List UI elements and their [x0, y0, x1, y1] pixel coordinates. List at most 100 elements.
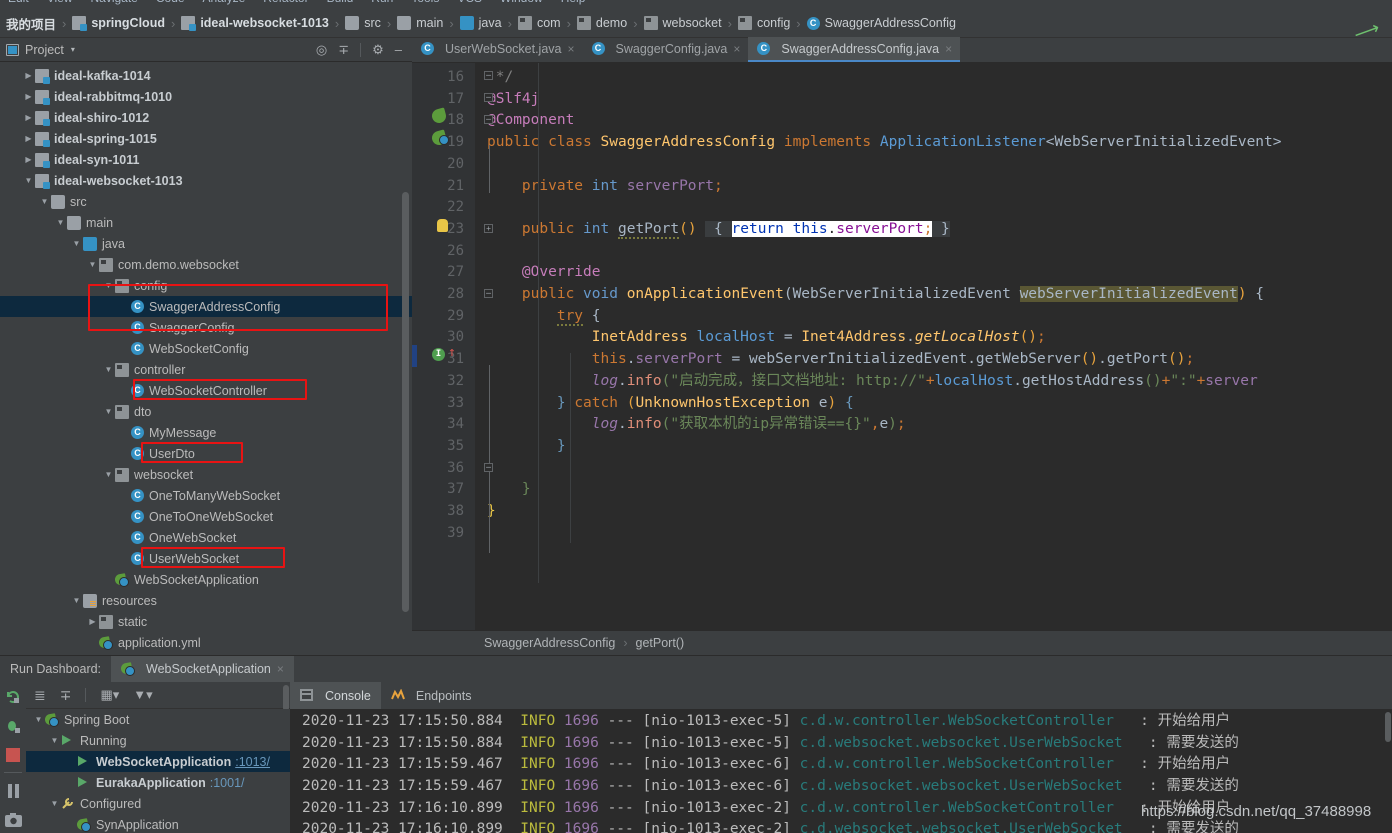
fold-handle-icon[interactable]: ─	[484, 115, 493, 124]
run-node-port-link[interactable]: :1001/	[210, 776, 245, 790]
tree-node-websocketconfig[interactable]: C WebSocketConfig	[0, 338, 412, 359]
code-line[interactable]: private int serverPort;	[487, 176, 723, 198]
run-node-configured[interactable]: ▼ Configured	[26, 793, 290, 814]
editor-breadcrumb[interactable]: SwaggerAddressConfig › getPort()	[412, 630, 1392, 655]
console-tab-bar[interactable]: Console Endpoints	[290, 682, 1392, 709]
debug-icon[interactable]	[0, 711, 26, 740]
menu-item-tools[interactable]: Tools	[411, 0, 439, 4]
menu-item-run[interactable]: Run	[371, 0, 393, 4]
tree-node-onetoonewebsocket[interactable]: C OneToOneWebSocket	[0, 506, 412, 527]
tree-node-websocket[interactable]: ▼ websocket	[0, 464, 412, 485]
breadcrumb-item-springcloud[interactable]: springCloud	[72, 16, 165, 31]
tree-node-onewebsocket[interactable]: C OneWebSocket	[0, 527, 412, 548]
project-tree[interactable]: ▶ ideal-kafka-1014 ▶ ideal-rabbitmq-1010 ▶ id…	[0, 62, 412, 655]
run-node-eurakaapplication[interactable]: EurakaApplication:1001/	[26, 772, 290, 793]
implementing-method-icon[interactable]: I	[432, 348, 445, 361]
run-dashboard-tree[interactable]: ▼ Spring Boot ▼ Running WebSocketApplication…	[26, 709, 290, 833]
tree-node-src[interactable]: ▼ src	[0, 191, 412, 212]
tree-node-ideal-rabbitmq-1010[interactable]: ▶ ideal-rabbitmq-1010	[0, 86, 412, 107]
chevron-down-icon[interactable]: ▼	[102, 365, 115, 374]
run-node-port-link[interactable]: :1013/	[235, 755, 270, 769]
close-icon[interactable]: ×	[945, 42, 952, 56]
run-node-running[interactable]: ▼ Running	[26, 730, 290, 751]
editor-tab-bar[interactable]: C UserWebSocket.java × C SwaggerConfig.java ×…	[412, 37, 1392, 63]
tree-node-ideal-syn-1011[interactable]: ▶ ideal-syn-1011	[0, 149, 412, 170]
code-line[interactable]: @Override	[487, 262, 601, 284]
menu-item-view[interactable]: View	[47, 0, 73, 4]
settings-gear-icon[interactable]: ⚙	[372, 43, 384, 56]
screenshot-camera-icon[interactable]	[0, 805, 26, 833]
menu-item-analyze[interactable]: Analyze	[203, 0, 246, 4]
tree-node-userwebsocket[interactable]: C UserWebSocket	[0, 548, 412, 569]
tree-node-userdto[interactable]: C UserDto	[0, 443, 412, 464]
breadcrumb-item-websocket[interactable]: websocket	[643, 16, 722, 30]
chevron-down-icon[interactable]: ▼	[48, 799, 61, 808]
code-line[interactable]: @Slf4j	[487, 89, 539, 111]
tree-node-swaggeraddressconfig[interactable]: C SwaggerAddressConfig	[0, 296, 412, 317]
tree-node-websocketapplication[interactable]: WebSocketApplication	[0, 569, 412, 590]
tree-node-controller[interactable]: ▼ controller	[0, 359, 412, 380]
project-panel-tools[interactable]: ◎ ∓ ⚙ –	[316, 42, 406, 57]
intention-bulb-icon[interactable]	[437, 219, 448, 232]
breadcrumb-item-main[interactable]: main	[397, 16, 443, 30]
tree-node-ideal-shiro-1012[interactable]: ▶ ideal-shiro-1012	[0, 107, 412, 128]
run-dashboard-tab[interactable]: WebSocketApplication ×	[111, 655, 294, 683]
override-arrow-icon[interactable]: ↑	[448, 345, 456, 360]
tree-node-ideal-websocket-1013[interactable]: ▼ ideal-websocket-1013	[0, 170, 412, 191]
tree-node-ideal-spring-1015[interactable]: ▶ ideal-spring-1015	[0, 128, 412, 149]
menu-item-edit[interactable]: Edit	[8, 0, 29, 4]
tree-node-resources[interactable]: ▼ resources	[0, 590, 412, 611]
hide-panel-icon[interactable]: –	[395, 43, 402, 56]
code-line[interactable]: public int getPort() { return this.serve…	[487, 219, 950, 241]
code-line[interactable]: try {	[487, 306, 601, 328]
collapse-all-icon[interactable]: ∓	[60, 687, 72, 704]
chevron-down-icon[interactable]: ▼	[102, 470, 115, 479]
chevron-right-icon[interactable]: ▶	[22, 113, 35, 122]
editor-tab-swaggeraddressconfig-java[interactable]: C SwaggerAddressConfig.java ×	[748, 37, 961, 62]
fold-handle-icon[interactable]: ─	[484, 93, 493, 102]
menu-bar[interactable]: Edit View Navigate Code Analyze Refactor Build…	[0, 0, 1392, 9]
pause-icon[interactable]	[0, 776, 26, 805]
code-editor[interactable]: 16 17 18 19 20 21 22 23 26 27 28 29 30 31 32 33 34 35 36 37…	[412, 63, 1392, 630]
chevron-down-icon[interactable]: ▾	[71, 45, 75, 54]
run-dashboard-toolbar[interactable]: ≣ ∓ ▦▾ ▼▾	[26, 682, 290, 709]
chevron-down-icon[interactable]: ▼	[54, 218, 67, 227]
breadcrumb-class[interactable]: SwaggerAddressConfig	[484, 636, 615, 650]
code-line[interactable]: }	[487, 436, 566, 458]
rerun-icon[interactable]	[0, 682, 26, 711]
chevron-right-icon[interactable]: ▶	[22, 155, 35, 164]
code-line[interactable]: }	[487, 479, 531, 501]
menu-item-navigate[interactable]: Navigate	[90, 0, 137, 4]
code-line[interactable]: InetAddress localHost = Inet4Address.get…	[487, 327, 1046, 349]
code-line[interactable]: public class SwaggerAddressConfig implem…	[487, 132, 1282, 154]
chevron-down-icon[interactable]: ▼	[32, 715, 45, 724]
console-tab-endpoints[interactable]: Endpoints	[381, 682, 482, 709]
code-line[interactable]: log.info("获取本机的ip异常错误=={}",e);	[487, 414, 906, 436]
run-node-synapplication[interactable]: SynApplication	[26, 814, 290, 833]
code-line[interactable]: this.serverPort = webServerInitializedEv…	[487, 349, 1194, 371]
chevron-down-icon[interactable]: ▼	[22, 176, 35, 185]
fold-handle-icon[interactable]: ─	[484, 71, 493, 80]
menu-item-build[interactable]: Build	[327, 0, 354, 4]
breadcrumb-method[interactable]: getPort()	[636, 636, 685, 650]
collapse-all-icon[interactable]: ∓	[338, 43, 349, 56]
close-icon[interactable]: ×	[733, 42, 740, 56]
code-line[interactable]: public void onApplicationEvent(WebServer…	[487, 284, 1264, 306]
navigation-breadcrumb-bar[interactable]: 我的项目 › springCloud › ideal-websocket-1013 › sr…	[0, 9, 1392, 45]
fold-expand-icon[interactable]: +	[484, 224, 493, 233]
chevron-down-icon[interactable]: ▼	[102, 281, 115, 290]
filter-icon[interactable]: ▼▾	[133, 687, 152, 703]
run-side-toolbar[interactable]	[0, 682, 26, 833]
chevron-right-icon[interactable]: ▶	[22, 134, 35, 143]
fold-handle-icon[interactable]: ─	[484, 463, 493, 472]
breadcrumb-item-swaggeraddressconfig[interactable]: C SwaggerAddressConfig	[806, 16, 956, 30]
chevron-down-icon[interactable]: ▼	[102, 407, 115, 416]
chevron-right-icon[interactable]: ▶	[86, 617, 99, 626]
chevron-down-icon[interactable]: ▼	[70, 239, 83, 248]
breadcrumb-item-java[interactable]: java	[459, 16, 502, 30]
breadcrumb-item-src[interactable]: src	[345, 16, 381, 30]
tree-node-ideal-kafka-1014[interactable]: ▶ ideal-kafka-1014	[0, 65, 412, 86]
menu-item-vcs[interactable]: VCS	[457, 0, 482, 4]
console-scrollbar[interactable]	[1385, 712, 1391, 742]
tree-node-application-yml[interactable]: application.yml	[0, 632, 412, 653]
